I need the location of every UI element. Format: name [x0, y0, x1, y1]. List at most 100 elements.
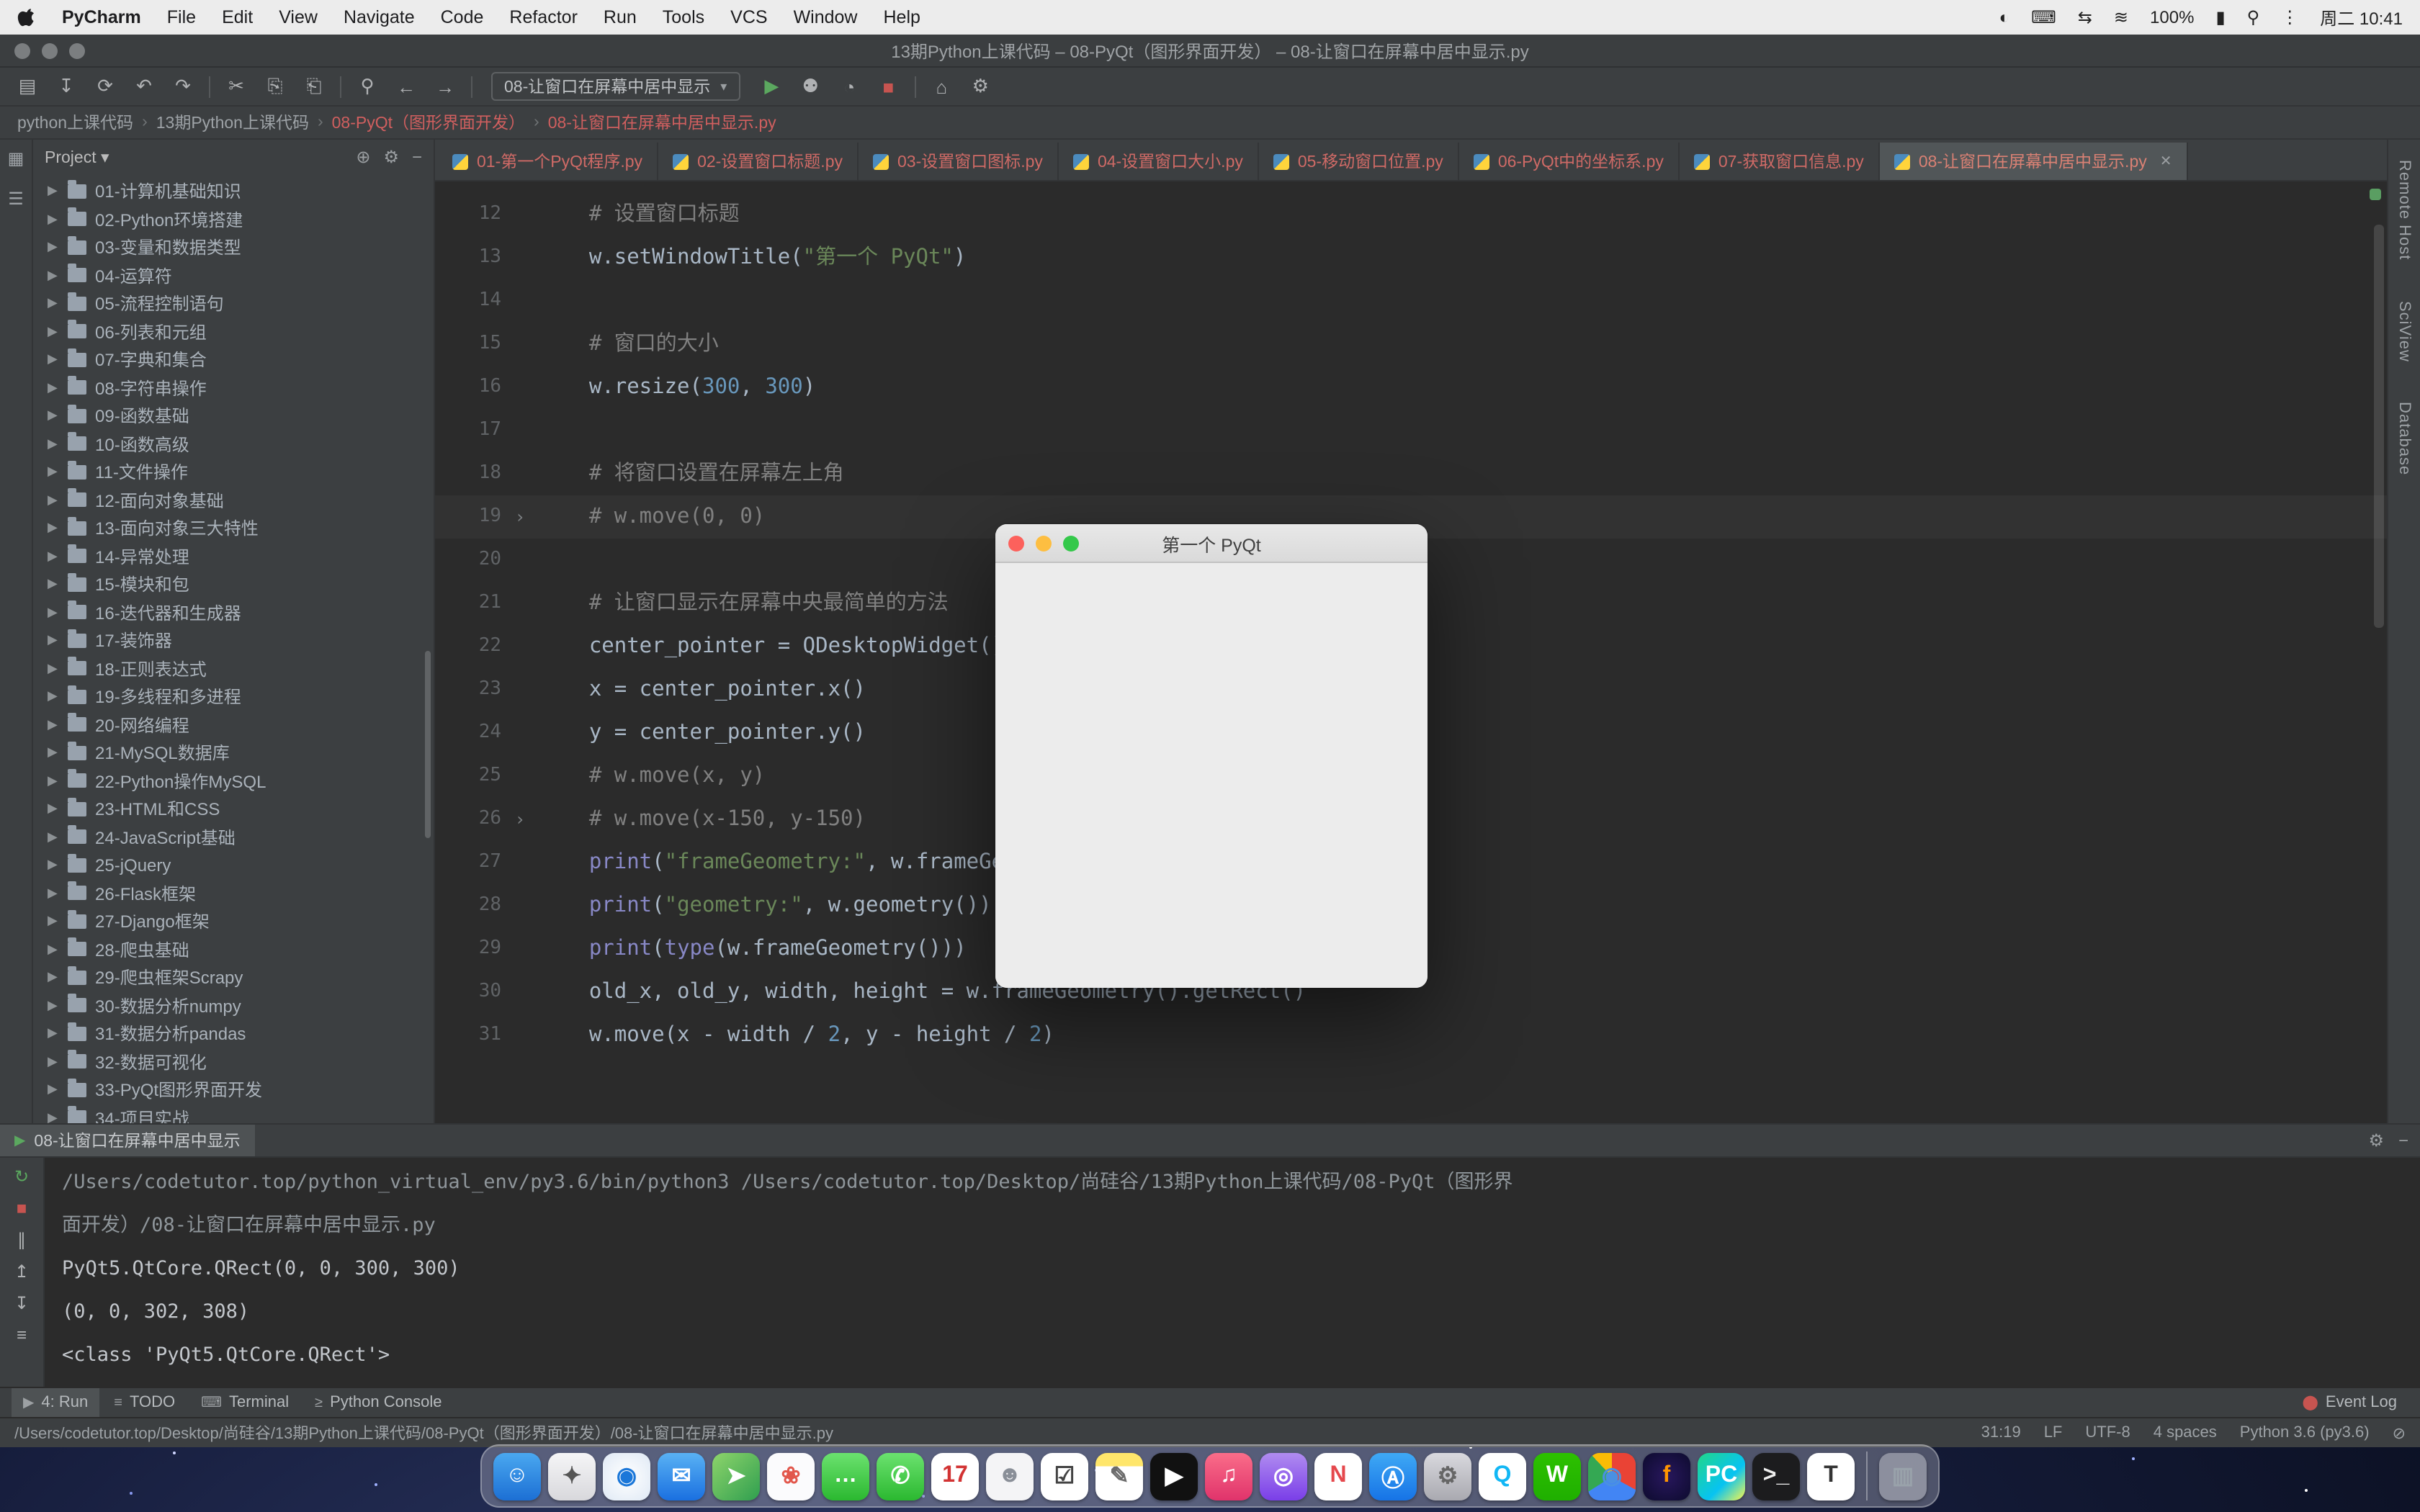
dock-icon-maps[interactable]: ➤: [712, 1452, 760, 1500]
tree-item[interactable]: ▶12-面向对象基础: [33, 486, 434, 514]
dock-icon-reminders[interactable]: ☑: [1041, 1452, 1088, 1500]
menubar-app-name[interactable]: PyCharm: [62, 7, 141, 27]
status-widget[interactable]: ⊘: [2393, 1423, 2406, 1442]
display-icon[interactable]: ◐: [1999, 7, 2010, 27]
dock-icon-pycharm[interactable]: PC: [1698, 1452, 1745, 1500]
dock-icon-terminal[interactable]: >_: [1752, 1452, 1800, 1500]
expand-arrow-icon[interactable]: ▶: [48, 549, 65, 564]
editor-tab[interactable]: 02-设置窗口标题.py: [658, 143, 859, 180]
breadcrumb-item[interactable]: 13期Python上课代码: [156, 111, 309, 134]
breadcrumb-item[interactable]: 08-让窗口在屏幕中居中显示.py: [548, 111, 776, 134]
expand-arrow-icon[interactable]: ▶: [48, 577, 65, 593]
stop-button[interactable]: ■: [875, 76, 901, 97]
tool-window-button[interactable]: ⬤Event Log: [2291, 1388, 2409, 1417]
tree-item[interactable]: ▶20-网络编程: [33, 711, 434, 739]
zoom-button[interactable]: [69, 42, 85, 58]
expand-arrow-icon[interactable]: ▶: [48, 886, 65, 901]
editor-tab[interactable]: 07-获取窗口信息.py: [1680, 143, 1880, 180]
expand-arrow-icon[interactable]: ▶: [48, 801, 65, 817]
sync-icon[interactable]: ⟳: [92, 75, 118, 98]
tool-window-button[interactable]: ≡TODO: [102, 1388, 187, 1417]
expand-arrow-icon[interactable]: ▶: [48, 352, 65, 368]
expand-arrow-icon[interactable]: ▶: [48, 942, 65, 958]
minimize-button[interactable]: [42, 42, 58, 58]
left-stripe-icon-1[interactable]: ☰: [8, 189, 24, 209]
expand-arrow-icon[interactable]: ▶: [48, 605, 65, 621]
editor-tab[interactable]: 08-让窗口在屏幕中居中显示.py✕: [1880, 143, 2188, 180]
expand-arrow-icon[interactable]: ▶: [48, 324, 65, 340]
undo-icon[interactable]: ↶: [131, 75, 157, 98]
tree-item[interactable]: ▶21-MySQL数据库: [33, 739, 434, 767]
tree-item[interactable]: ▶19-多线程和多进程: [33, 683, 434, 711]
menubar-item-run[interactable]: Run: [604, 7, 637, 27]
breadcrumb-item[interactable]: python上课代码: [17, 111, 133, 134]
expand-arrow-icon[interactable]: ▶: [48, 1110, 65, 1124]
expand-arrow-icon[interactable]: ▶: [48, 408, 65, 424]
pyqt-minimize-button[interactable]: [1036, 535, 1052, 551]
down-stack-icon[interactable]: ↧: [14, 1293, 29, 1313]
status-widget[interactable]: LF: [2044, 1423, 2063, 1442]
ide-title-bar[interactable]: 13期Python上课代码 – 08-PyQt（图形界面开发） – 08-让窗口…: [0, 35, 2420, 68]
tree-item[interactable]: ▶07-字典和集合: [33, 346, 434, 374]
fold-marker-icon[interactable]: ›: [501, 798, 539, 841]
status-widget[interactable]: 31:19: [1981, 1423, 2021, 1442]
rerun-icon[interactable]: ↻: [14, 1166, 29, 1187]
project-tree-scrollbar[interactable]: [425, 651, 431, 838]
tree-item[interactable]: ▶13-面向对象三大特性: [33, 514, 434, 542]
expand-arrow-icon[interactable]: ▶: [48, 1026, 65, 1042]
expand-arrow-icon[interactable]: ▶: [48, 998, 65, 1014]
tree-item[interactable]: ▶31-数据分析pandas: [33, 1020, 434, 1048]
pyqt-app-window[interactable]: 第一个 PyQt: [995, 524, 1428, 988]
pause-output-icon[interactable]: ∥: [17, 1230, 26, 1250]
tree-item[interactable]: ▶17-装饰器: [33, 626, 434, 654]
tool-window-button[interactable]: ⌨Terminal: [189, 1388, 300, 1417]
expand-arrow-icon[interactable]: ▶: [48, 1082, 65, 1098]
expand-arrow-icon[interactable]: ▶: [48, 184, 65, 199]
tree-item[interactable]: ▶08-字符串操作: [33, 374, 434, 402]
expand-arrow-icon[interactable]: ▶: [48, 633, 65, 649]
tree-item[interactable]: ▶02-Python环境搭建: [33, 205, 434, 233]
editor-tab[interactable]: 03-设置窗口图标.py: [859, 143, 1059, 180]
menubar-item-window[interactable]: Window: [794, 7, 858, 27]
tool-window-button[interactable]: ▶4: Run: [12, 1388, 99, 1417]
editor-tab[interactable]: 01-第一个PyQt程序.py: [438, 143, 658, 180]
fold-marker-icon[interactable]: ›: [501, 495, 539, 539]
expand-arrow-icon[interactable]: ▶: [48, 661, 65, 677]
spotlight-icon[interactable]: ⚲: [2247, 7, 2260, 27]
run-config-combo[interactable]: 08-让窗口在屏幕中居中显示▾: [491, 72, 740, 101]
tree-item[interactable]: ▶14-异常处理: [33, 542, 434, 570]
soft-wrap-icon[interactable]: ≡: [17, 1325, 27, 1345]
menubar-item-view[interactable]: View: [279, 7, 318, 27]
tree-item[interactable]: ▶10-函数高级: [33, 430, 434, 458]
battery-percent[interactable]: 100%: [2150, 7, 2194, 27]
paste-icon[interactable]: ⎗: [301, 75, 327, 98]
keyboard-icon[interactable]: ⌨: [2031, 7, 2056, 27]
dock-icon-system-preferences[interactable]: ⚙: [1424, 1452, 1471, 1500]
stop-icon[interactable]: ■: [17, 1198, 27, 1218]
save-all-icon[interactable]: ↧: [53, 75, 79, 98]
expand-arrow-icon[interactable]: ▶: [48, 464, 65, 480]
project-header-icon-1[interactable]: ⚙: [383, 147, 399, 167]
pyqt-close-button[interactable]: [1008, 535, 1024, 551]
tree-item[interactable]: ▶24-JavaScript基础: [33, 823, 434, 851]
tree-item[interactable]: ▶15-模块和包: [33, 570, 434, 598]
tree-item[interactable]: ▶23-HTML和CSS: [33, 795, 434, 823]
expand-arrow-icon[interactable]: ▶: [48, 436, 65, 452]
editor-tab[interactable]: 04-设置窗口大小.py: [1059, 143, 1259, 180]
run-button[interactable]: ▶: [758, 75, 784, 98]
tree-item[interactable]: ▶04-运算符: [33, 261, 434, 289]
find-icon[interactable]: ⚲: [354, 75, 380, 98]
dock-icon-wechat[interactable]: W: [1533, 1452, 1581, 1500]
expand-arrow-icon[interactable]: ▶: [48, 914, 65, 930]
menubar-item-file[interactable]: File: [167, 7, 196, 27]
expand-arrow-icon[interactable]: ▶: [48, 773, 65, 789]
run-console-output[interactable]: /Users/codetutor.top/python_virtual_env/…: [45, 1158, 2420, 1387]
tool-stripe-database[interactable]: Database: [2396, 402, 2413, 475]
back-icon[interactable]: ←: [393, 76, 419, 97]
copy-icon[interactable]: ⎘: [262, 75, 288, 98]
coverage-button[interactable]: ◔: [836, 76, 862, 97]
breadcrumb-item[interactable]: 08-PyQt（图形界面开发）: [332, 111, 525, 134]
tree-item[interactable]: ▶29-爬虫框架Scrapy: [33, 963, 434, 991]
up-stack-icon[interactable]: ↥: [14, 1261, 29, 1282]
menubar-clock[interactable]: 周二 10:41: [2320, 5, 2403, 30]
